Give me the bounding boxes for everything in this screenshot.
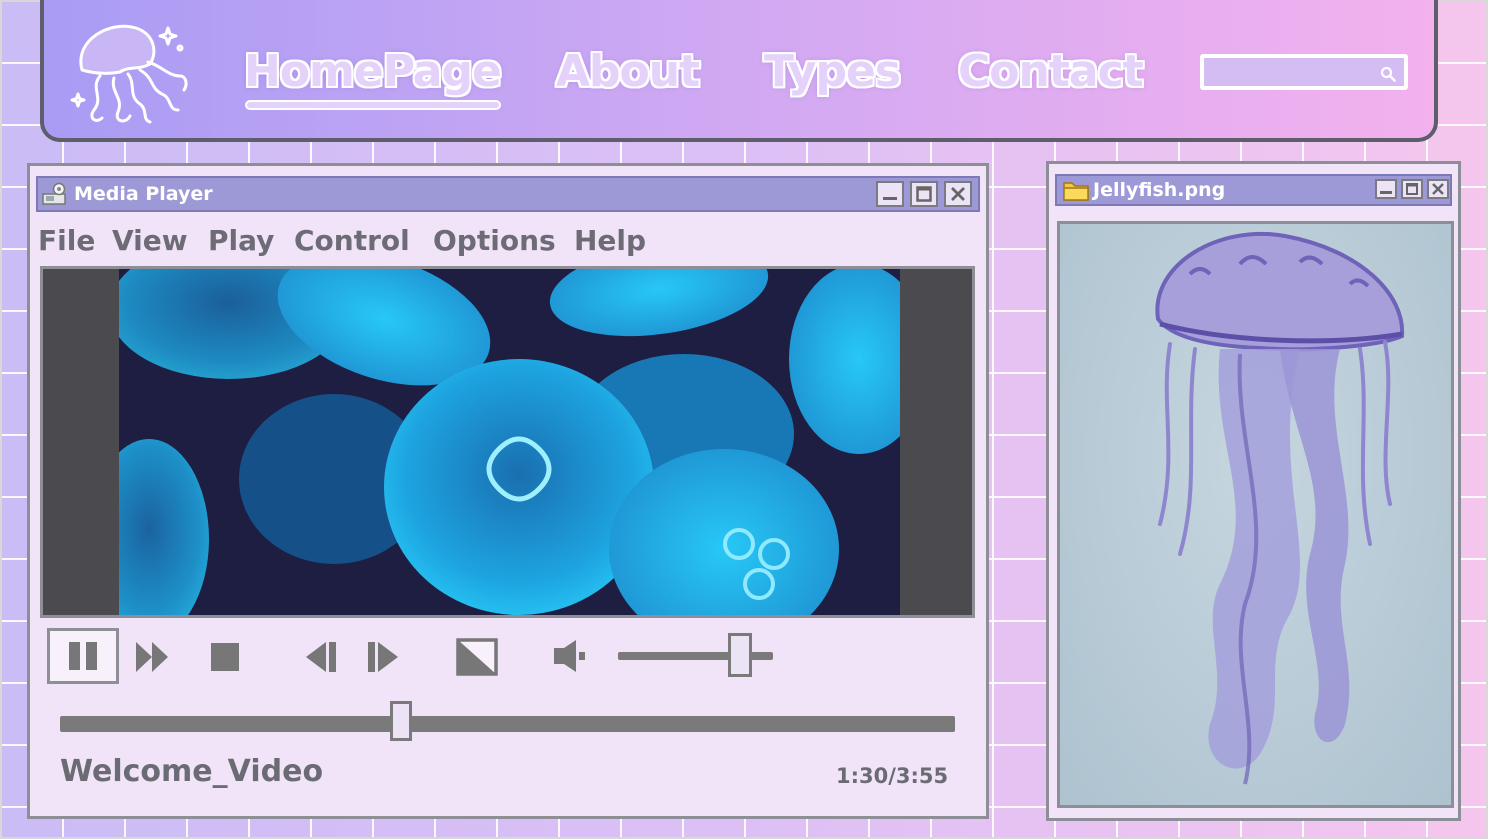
- menu-play[interactable]: Play: [208, 224, 274, 257]
- nav-link-types[interactable]: Types: [764, 42, 901, 102]
- media-player-window: Media Player File View Play Control Opti…: [27, 163, 989, 819]
- nav-link-about[interactable]: About: [556, 42, 700, 102]
- image-viewer-title: Jellyfish.png: [1093, 179, 1226, 201]
- image-viewer-window: Jellyfish.png: [1046, 161, 1461, 821]
- volume-icon[interactable]: [550, 638, 590, 674]
- maximize-icon: [1406, 183, 1418, 195]
- menu-control[interactable]: Control: [294, 224, 410, 257]
- maximize-button[interactable]: [1401, 179, 1423, 199]
- close-icon: [951, 187, 965, 201]
- next-icon[interactable]: [366, 640, 400, 674]
- minimize-icon: [883, 197, 897, 200]
- stop-icon[interactable]: [210, 642, 240, 672]
- menu-file[interactable]: File: [38, 224, 95, 257]
- search-input[interactable]: [1200, 54, 1408, 90]
- pause-button[interactable]: [47, 628, 119, 684]
- playback-time: 1:30/3:55: [836, 764, 949, 788]
- minimize-button[interactable]: [1375, 179, 1397, 199]
- nav-link-contact[interactable]: Contact: [958, 42, 1144, 102]
- volume-slider-handle[interactable]: [728, 633, 753, 677]
- fullscreen-icon[interactable]: [456, 638, 498, 676]
- menu-view[interactable]: View: [112, 224, 188, 257]
- media-player-titlebar[interactable]: Media Player: [36, 176, 980, 212]
- close-button[interactable]: [1427, 179, 1449, 199]
- jellyfish-video-frame: [119, 269, 900, 615]
- minimize-icon: [1380, 191, 1392, 194]
- seek-bar-track[interactable]: [60, 716, 955, 732]
- video-title: Welcome_Video: [60, 754, 324, 789]
- media-player-app-icon: [42, 182, 66, 205]
- jellyfish-logo-icon[interactable]: [70, 18, 194, 128]
- close-icon: [1432, 183, 1444, 195]
- folder-icon: [1063, 182, 1089, 201]
- previous-icon[interactable]: [304, 640, 338, 674]
- seek-bar-handle[interactable]: [390, 701, 413, 741]
- menu-options[interactable]: Options: [433, 224, 556, 257]
- maximize-button[interactable]: [910, 181, 938, 207]
- pause-icon: [69, 642, 97, 670]
- menu-help[interactable]: Help: [574, 224, 646, 257]
- fast-forward-icon[interactable]: [134, 640, 172, 674]
- image-viewer-titlebar[interactable]: Jellyfish.png: [1055, 174, 1452, 206]
- maximize-icon: [916, 186, 932, 202]
- close-button[interactable]: [944, 181, 972, 207]
- video-display[interactable]: [40, 266, 975, 618]
- nav-link-homepage[interactable]: HomePage: [244, 42, 502, 108]
- jellyfish-illustration: [1155, 231, 1405, 785]
- top-nav-bar: HomePage About Types Contact: [40, 0, 1438, 142]
- jellyfish-image: [1057, 221, 1454, 808]
- media-player-title: Media Player: [74, 183, 213, 205]
- minimize-button[interactable]: [876, 181, 904, 207]
